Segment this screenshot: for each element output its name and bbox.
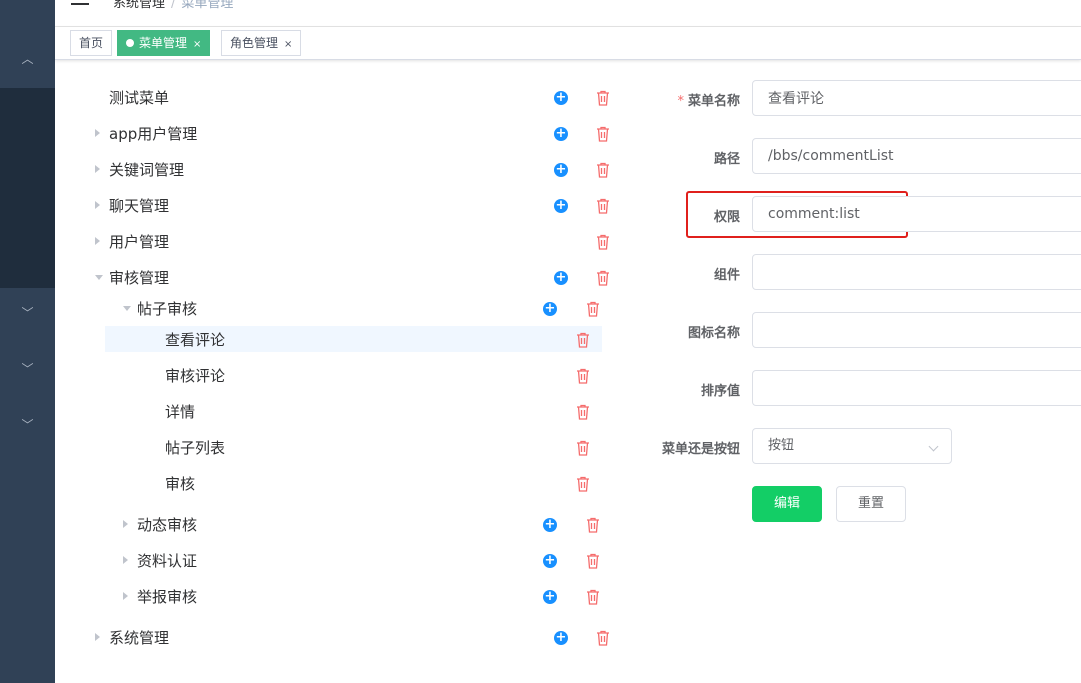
menu-name-input[interactable] — [752, 80, 1081, 116]
sidebar: ︿ ﹀ ﹀ ﹀ — [0, 0, 55, 683]
delete-icon[interactable] — [576, 368, 590, 384]
tree-node-label[interactable]: 系统管理 — [109, 627, 169, 648]
permission-label: 权限 — [713, 210, 740, 225]
add-icon[interactable]: + — [554, 127, 568, 141]
sidebar-active-group — [0, 88, 55, 288]
type-select-value: 按钮 — [768, 438, 795, 453]
tag-label: 菜单管理 — [139, 36, 188, 50]
tree-node-label[interactable]: 举报审核 — [137, 586, 197, 607]
caret-right-icon[interactable] — [95, 165, 100, 173]
add-icon[interactable]: + — [554, 163, 568, 177]
delete-icon[interactable] — [596, 162, 610, 178]
breadcrumb: 系统管理 / 菜单管理 — [113, 0, 233, 11]
tag-menu-management[interactable]: 菜单管理 × — [117, 30, 211, 56]
permission-input[interactable] — [752, 196, 1081, 232]
add-icon[interactable]: + — [554, 631, 568, 645]
component-label: 组件 — [713, 268, 740, 283]
close-icon[interactable]: × — [193, 39, 201, 50]
navbar: 系统管理 / 菜单管理 — [55, 0, 1081, 27]
tree-node-label[interactable]: 关键词管理 — [109, 159, 184, 180]
add-icon[interactable]: + — [554, 199, 568, 213]
tree-node-label[interactable]: 查看评论 — [165, 329, 225, 350]
delete-icon[interactable] — [576, 476, 590, 492]
tree-node-label[interactable]: 审核评论 — [165, 365, 225, 386]
delete-icon[interactable] — [596, 126, 610, 142]
tag-label: 角色管理 — [230, 36, 279, 50]
chevron-down-icon[interactable]: ﹀ — [0, 416, 55, 433]
tag-role-management[interactable]: 角色管理 × — [221, 30, 302, 56]
chevron-down-icon[interactable]: ﹀ — [0, 304, 55, 321]
tree-node-label[interactable]: 用户管理 — [109, 231, 169, 252]
icon-name-input[interactable] — [752, 312, 1081, 348]
caret-right-icon[interactable] — [123, 520, 128, 528]
delete-icon[interactable] — [596, 198, 610, 214]
add-icon[interactable]: + — [543, 554, 557, 568]
type-label: 菜单还是按钮 — [661, 442, 740, 457]
reset-button[interactable]: 重置 — [836, 486, 906, 522]
chevron-down-icon — [928, 441, 939, 452]
name-label: * 菜单名称 — [677, 94, 740, 109]
delete-icon[interactable] — [586, 589, 600, 605]
delete-icon[interactable] — [576, 440, 590, 456]
tag-home[interactable]: 首页 — [70, 30, 113, 56]
delete-icon[interactable] — [576, 332, 590, 348]
add-icon[interactable]: + — [543, 518, 557, 532]
chevron-down-icon[interactable]: ﹀ — [0, 360, 55, 377]
tree-node-label[interactable]: 资料认证 — [137, 550, 197, 571]
path-input[interactable] — [752, 138, 1081, 174]
active-dot-icon — [126, 39, 134, 47]
tree-node-label[interactable]: 帖子列表 — [165, 437, 225, 458]
add-icon[interactable]: + — [554, 271, 568, 285]
hamburger-icon[interactable] — [71, 0, 89, 7]
caret-right-icon[interactable] — [95, 129, 100, 137]
add-icon[interactable]: + — [543, 590, 557, 604]
tag-label: 首页 — [79, 36, 104, 50]
tree-node-label[interactable]: 审核管理 — [109, 267, 169, 288]
delete-icon[interactable] — [596, 234, 610, 250]
type-select[interactable]: 按钮 — [752, 428, 952, 464]
delete-icon[interactable] — [576, 404, 590, 420]
tree-node-label[interactable]: 审核 — [165, 473, 195, 494]
breadcrumb-current: 菜单管理 — [181, 0, 234, 11]
caret-down-icon[interactable] — [123, 306, 131, 311]
tags-view: 首页 菜单管理 × 角色管理 × — [55, 27, 1081, 60]
add-icon[interactable]: + — [554, 91, 568, 105]
tree-node-label[interactable]: 聊天管理 — [109, 195, 169, 216]
delete-icon[interactable] — [596, 630, 610, 646]
breadcrumb-item[interactable]: 系统管理 — [113, 0, 165, 11]
tree-node-label[interactable]: 帖子审核 — [137, 298, 197, 319]
delete-icon[interactable] — [596, 270, 610, 286]
tree-node-label[interactable]: 详情 — [165, 401, 195, 422]
edit-button[interactable]: 编辑 — [752, 486, 822, 522]
icon-name-label: 图标名称 — [687, 326, 740, 341]
delete-icon[interactable] — [586, 553, 600, 569]
sort-input[interactable] — [752, 370, 1081, 406]
caret-right-icon[interactable] — [95, 237, 100, 245]
add-icon[interactable]: + — [543, 302, 557, 316]
close-icon[interactable]: × — [284, 39, 292, 50]
delete-icon[interactable] — [596, 90, 610, 106]
caret-right-icon[interactable] — [123, 592, 128, 600]
caret-right-icon[interactable] — [95, 633, 100, 641]
caret-down-icon[interactable] — [95, 275, 103, 280]
caret-right-icon[interactable] — [123, 556, 128, 564]
path-label: 路径 — [713, 152, 740, 167]
delete-icon[interactable] — [586, 517, 600, 533]
tree-node-label[interactable]: 动态审核 — [137, 514, 197, 535]
caret-right-icon[interactable] — [95, 201, 100, 209]
sort-label: 排序值 — [700, 384, 740, 399]
tree-node-label[interactable]: app用户管理 — [109, 123, 197, 144]
delete-icon[interactable] — [586, 301, 600, 317]
app-root: ︿ ﹀ ﹀ ﹀ 系统管理 / 菜单管理 首页 菜单管理 × 角色管理 × 测试菜单 + ap… — [0, 0, 1081, 683]
tree-node-label[interactable]: 测试菜单 — [109, 87, 169, 108]
component-input[interactable] — [752, 254, 1081, 290]
chevron-up-icon[interactable]: ︿ — [0, 50, 55, 67]
